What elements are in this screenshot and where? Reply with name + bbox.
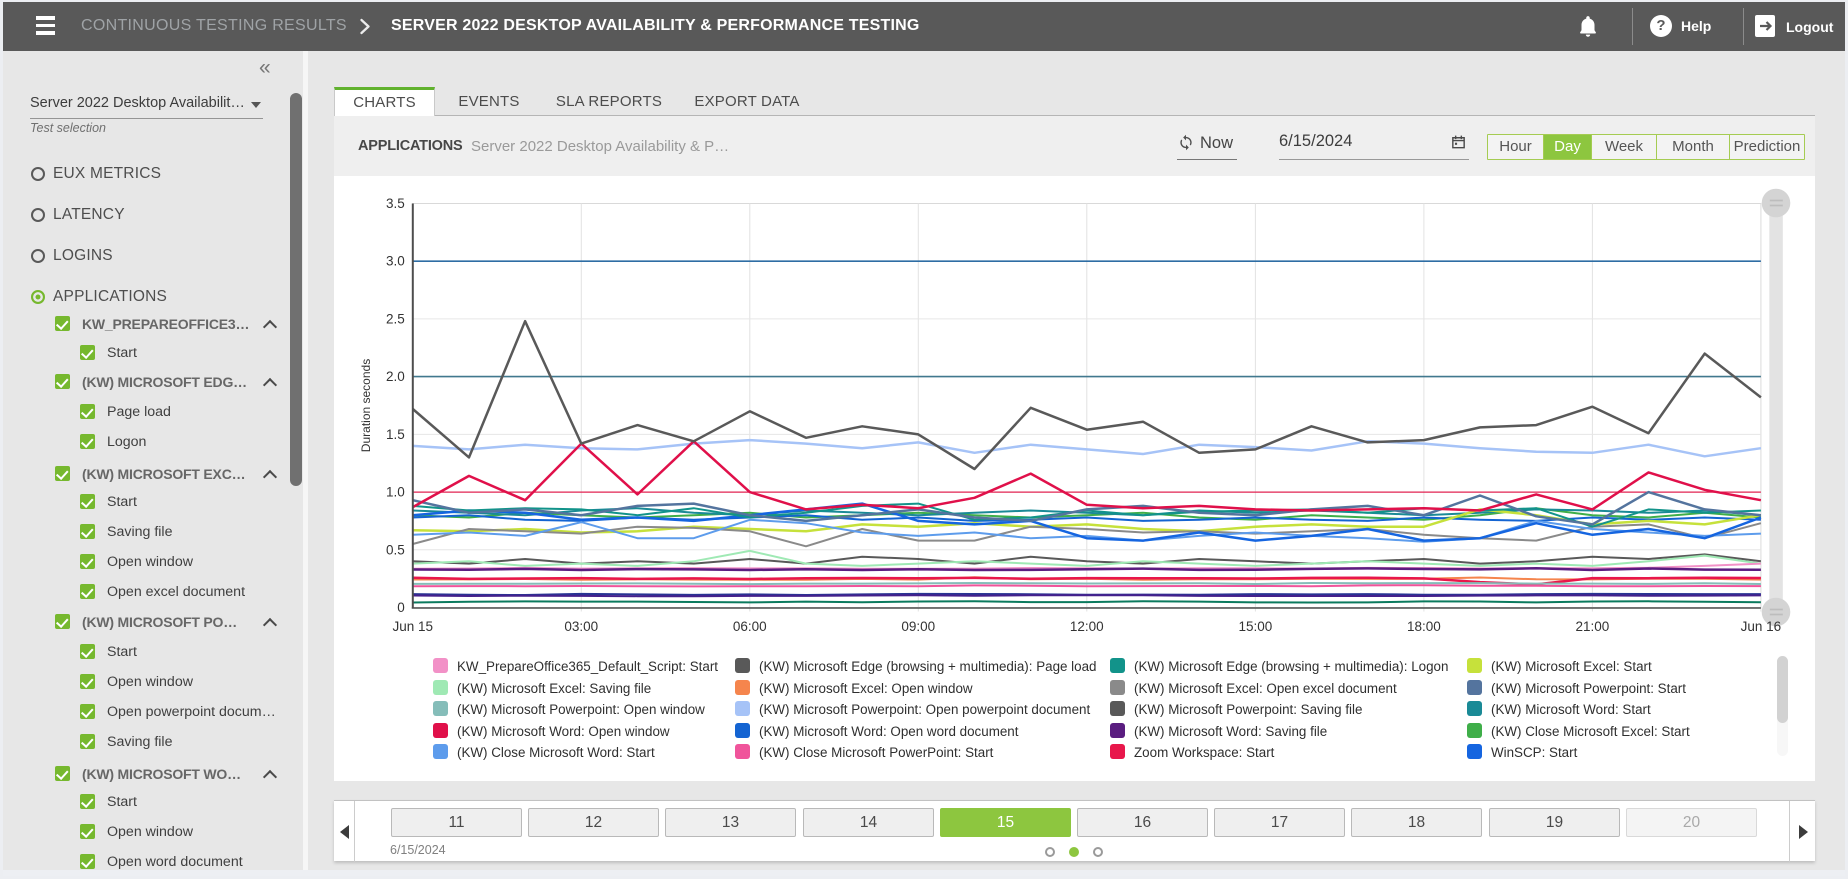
svg-text:Duration seconds: Duration seconds (359, 359, 373, 452)
svg-text:2.0: 2.0 (386, 369, 405, 384)
svg-text:1.5: 1.5 (386, 427, 405, 442)
svg-text:03:00: 03:00 (564, 619, 598, 634)
svg-text:Jun 16: Jun 16 (1741, 619, 1782, 634)
svg-text:1.0: 1.0 (386, 485, 405, 500)
svg-text:06:00: 06:00 (733, 619, 767, 634)
svg-text:0.5: 0.5 (386, 542, 405, 557)
svg-text:12:00: 12:00 (1070, 619, 1104, 634)
svg-text:3.5: 3.5 (386, 196, 405, 211)
svg-text:2.5: 2.5 (386, 311, 405, 326)
svg-text:09:00: 09:00 (901, 619, 935, 634)
svg-text:18:00: 18:00 (1407, 619, 1441, 634)
svg-text:3.0: 3.0 (386, 254, 405, 269)
svg-text:Jun 15: Jun 15 (393, 619, 434, 634)
svg-text:21:00: 21:00 (1576, 619, 1610, 634)
svg-text:0: 0 (397, 600, 405, 615)
svg-text:15:00: 15:00 (1239, 619, 1273, 634)
